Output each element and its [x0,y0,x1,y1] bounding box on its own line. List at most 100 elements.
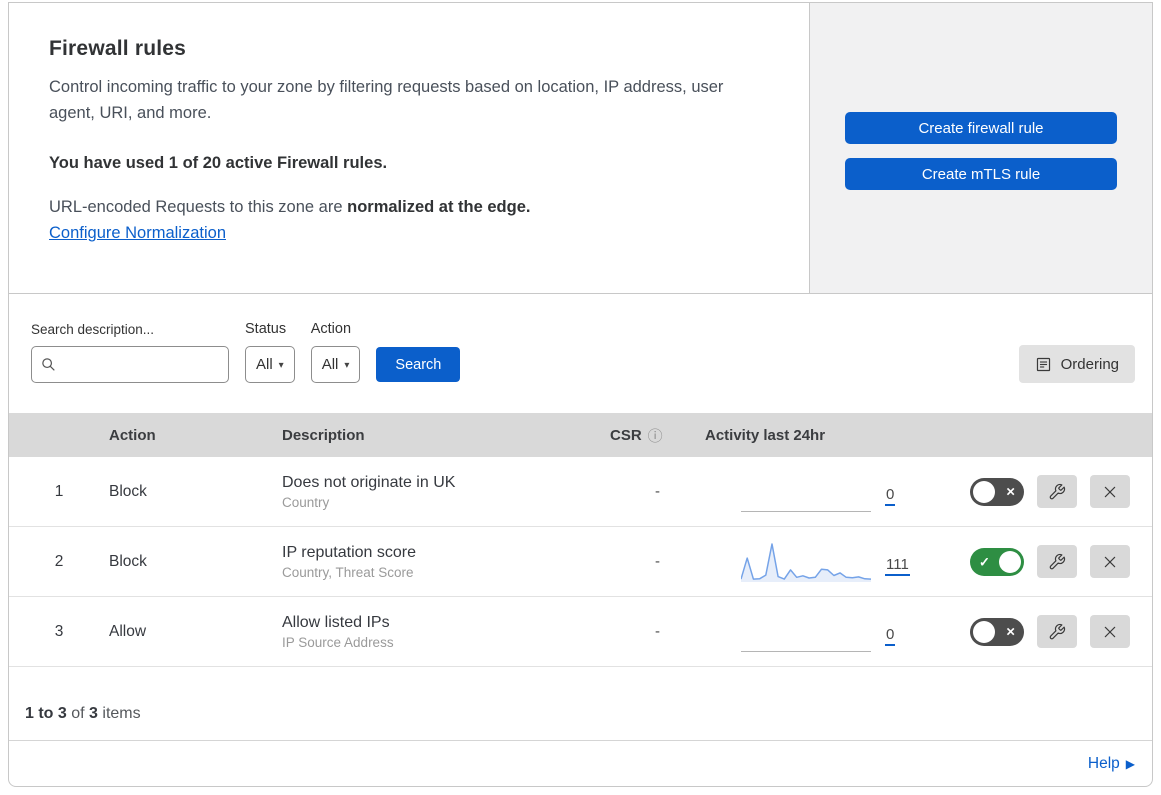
enable-toggle[interactable]: ✓ [970,547,1024,576]
toggle-knob [999,550,1021,573]
rule-description: Does not originate in UK [282,473,456,491]
rule-description: Allow listed IPs [282,613,390,631]
rule-activity-cell: 0 [705,597,970,666]
activity-sparkline [741,610,871,652]
delete-rule-button[interactable] [1090,615,1130,648]
table-row: 2 Block IP reputation score Country, Thr… [9,527,1152,597]
pagination-total: 3 [89,705,98,722]
search-label: Search description... [31,322,155,337]
search-input[interactable] [63,356,219,373]
enable-toggle[interactable]: × [970,617,1024,646]
help-bar: Help ▶ [9,741,1152,786]
ordering-list-icon [1036,357,1050,371]
activity-count-link[interactable]: 111 [885,556,910,576]
rule-expression-fields: Country, Threat Score [282,564,414,580]
search-button[interactable]: Search [376,347,461,382]
chevron-right-icon: ▶ [1125,757,1135,771]
delete-rule-button[interactable] [1090,545,1130,578]
edit-rule-button[interactable] [1037,545,1077,578]
csr-column-header: CSR ⓘ [610,425,663,446]
delete-rule-button[interactable] [1090,475,1130,508]
info-icon[interactable]: ⓘ [648,425,663,446]
activity-count-link[interactable]: 0 [885,486,896,506]
rule-priority: 2 [54,552,64,570]
wrench-icon [1049,483,1066,499]
create-mtls-rule-button[interactable]: Create mTLS rule [845,158,1117,190]
rule-action: Block [109,482,147,500]
page-title: Firewall rules [49,37,187,60]
chevron-down-icon: ▾ [278,360,284,371]
rule-controls: ✓ [970,545,1152,578]
pagination-summary: 1 to 3 of 3 items [9,667,1152,741]
activity-sparkline [741,540,871,582]
status-dropdown[interactable]: All ▾ [245,346,295,383]
pagination-range: 1 to 3 [25,705,67,722]
action-dropdown-value: All [321,356,339,373]
page-description: Control incoming traffic to your zone by… [49,78,724,123]
rule-activity-cell: 111 [705,527,970,596]
action-filter-field: Action All ▾ [310,321,361,383]
table-row: 3 Allow Allow listed IPs IP Source Addre… [9,597,1152,667]
firewall-rules-panel: Firewall rules Control incoming traffic … [8,2,1153,787]
rule-csr-value: - [655,483,660,500]
intro-block: Firewall rules Control incoming traffic … [9,3,809,293]
action-label: Action [310,321,352,337]
description-column-header: Description [282,426,365,444]
close-icon [1104,556,1116,567]
rule-action: Block [109,552,147,570]
toggle-state-icon: ✓ [979,554,990,569]
filter-bar: Search description... Status All ▾ Actio… [9,294,1152,413]
wrench-icon [1049,553,1066,569]
search-icon [42,358,55,371]
status-filter-field: Status All ▾ [245,321,295,383]
rule-priority: 1 [54,482,64,500]
rule-csr-value: - [655,553,660,570]
activity-column-header: Activity last 24hr [705,426,826,444]
header-section: Firewall rules Control incoming traffic … [9,3,1152,294]
filter-controls: Search description... Status All ▾ Actio… [31,321,461,383]
activity-sparkline [741,470,871,512]
normalization-note: URL-encoded Requests to this zone are no… [49,197,531,216]
rule-action: Allow [109,622,147,640]
configure-normalization-link[interactable]: Configure Normalization [49,224,226,243]
rule-expression-fields: Country [282,494,330,510]
ordering-button[interactable]: Ordering [1018,345,1135,383]
rule-controls: × [970,475,1152,508]
rule-expression-fields: IP Source Address [282,634,394,650]
search-box[interactable] [31,346,229,383]
activity-count-link[interactable]: 0 [885,626,896,646]
action-dropdown[interactable]: All ▾ [310,346,361,383]
close-icon [1104,486,1116,497]
help-link-label: Help [1087,754,1120,772]
ordering-button-label: Ordering [1060,355,1119,373]
toggle-state-icon: × [1006,483,1015,500]
close-icon [1104,626,1116,637]
chevron-down-icon: ▾ [344,360,350,371]
table-row: 1 Block Does not originate in UK Country… [9,457,1152,527]
wrench-icon [1049,623,1066,639]
toggle-knob [973,480,995,503]
actions-panel: Create firewall rule Create mTLS rule [809,3,1152,293]
search-field: Search description... [31,322,229,383]
rule-description-cell: IP reputation score Country, Threat Scor… [282,544,610,580]
help-link[interactable]: Help ▶ [1088,755,1135,773]
status-label: Status [245,321,287,337]
rule-description: IP reputation score [282,543,417,561]
toggle-state-icon: × [1006,623,1015,640]
rule-priority: 3 [54,622,64,640]
create-firewall-rule-button[interactable]: Create firewall rule [845,112,1117,144]
rules-table: Action Description CSR ⓘ Activity last 2… [9,413,1152,667]
rule-csr-value: - [655,623,660,640]
action-column-header: Action [109,426,156,444]
rule-controls: × [970,615,1152,648]
rule-description-cell: Allow listed IPs IP Source Address [282,614,610,650]
toggle-knob [973,620,995,643]
edit-rule-button[interactable] [1037,475,1077,508]
rule-description-cell: Does not originate in UK Country [282,474,610,510]
edit-rule-button[interactable] [1037,615,1077,648]
table-header-row: Action Description CSR ⓘ Activity last 2… [9,413,1152,457]
status-dropdown-value: All [256,356,273,373]
usage-note: You have used 1 of 20 active Firewall ru… [49,153,388,172]
enable-toggle[interactable]: × [970,477,1024,506]
rule-activity-cell: 0 [705,457,970,526]
